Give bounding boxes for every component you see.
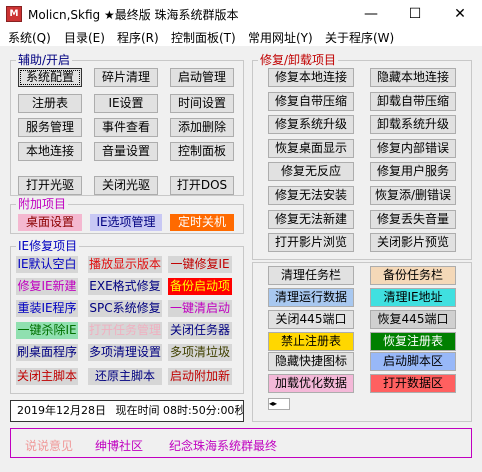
ie-repair-button-1[interactable]: 播放显示版本 xyxy=(88,256,162,273)
repair-button-5[interactable]: 卸载系统升级 xyxy=(370,115,456,135)
menu-bar: 系统(Q) 目录(E) 程序(R) 控制面板(T) 常用网址(Y) 关于程序(W… xyxy=(0,28,482,46)
ie-repair-button-11[interactable]: 关闭任务器 xyxy=(168,322,232,339)
menu-program[interactable]: 程序(R) xyxy=(117,29,159,46)
community-link[interactable]: 绅博社区 xyxy=(95,437,143,454)
assist-button-6[interactable]: 服务管理 xyxy=(18,118,82,137)
repair-button-11[interactable]: 恢复添/删错误 xyxy=(370,186,456,205)
menu-common-sites[interactable]: 常用网址(Y) xyxy=(248,29,313,46)
ie-repair-button-4[interactable]: EXE格式修复 xyxy=(88,278,162,295)
assist-button-8[interactable]: 添加删除 xyxy=(170,118,234,137)
assist-button-2[interactable]: 启动管理 xyxy=(170,68,234,87)
assist-button-11[interactable]: 控制面板 xyxy=(170,142,234,161)
date-text: 2019年12月28日 xyxy=(17,404,106,417)
assist-button-14[interactable]: 打开DOS xyxy=(170,176,234,195)
repair-button-10[interactable]: 修复无法安装 xyxy=(268,186,354,205)
bottom-links-box: 说说意见 绅博社区 纪念珠海系统群最终 xyxy=(10,428,472,458)
tools-button-11[interactable]: 打开数据区 xyxy=(370,374,456,393)
tools-button-6[interactable]: 禁止注册表 xyxy=(268,332,354,351)
ie-repair-button-13[interactable]: 多项清理设置 xyxy=(88,344,162,361)
second-unit: 秒 xyxy=(234,404,243,417)
ie-repair-button-5[interactable]: 备份启动项 xyxy=(168,278,232,295)
menu-directory[interactable]: 目录(E) xyxy=(64,29,105,46)
ie-repair-button-6[interactable]: 重装IE程序 xyxy=(16,300,78,317)
repair-button-4[interactable]: 修复系统升级 xyxy=(268,115,354,135)
assist-button-12[interactable]: 打开光驱 xyxy=(18,176,82,195)
assist-button-10[interactable]: 音量设置 xyxy=(94,142,158,161)
hour-value: 08 xyxy=(163,404,177,417)
minimize-button[interactable]: — xyxy=(349,0,393,28)
assist-button-9[interactable]: 本地连接 xyxy=(18,142,82,161)
repair-button-2[interactable]: 修复自带压缩 xyxy=(268,91,354,111)
menu-about[interactable]: 关于程序(W) xyxy=(325,29,394,46)
minute-unit: 分 xyxy=(205,404,217,417)
extra-group-label: 附加项目 xyxy=(16,197,69,211)
ie-repair-button-16[interactable]: 还原主脚本 xyxy=(88,368,162,385)
menu-control-panel[interactable]: 控制面板(T) xyxy=(171,29,236,46)
extra-button-1[interactable]: IE选项管理 xyxy=(90,214,162,231)
tools-button-5[interactable]: 恢复445端口 xyxy=(370,310,456,329)
memorial-link[interactable]: 纪念珠海系统群最终 xyxy=(169,437,277,454)
tools-button-2[interactable]: 清理运行数据 xyxy=(268,288,354,307)
repair-button-13[interactable]: 修复丢失音量 xyxy=(370,209,456,229)
repair-button-14[interactable]: 打开影片浏览 xyxy=(268,233,354,253)
assist-button-7[interactable]: 事件查看 xyxy=(94,118,158,137)
ie-repair-button-12[interactable]: 刷桌面程序 xyxy=(16,344,78,361)
tools-button-7[interactable]: 恢复注册表 xyxy=(370,332,456,351)
hour-unit: 时 xyxy=(177,404,188,417)
assist-button-4[interactable]: IE设置 xyxy=(94,94,158,113)
assist-group-label: 辅助/开启 xyxy=(16,53,73,67)
tools-button-9[interactable]: 启动脚本区 xyxy=(370,352,456,371)
assist-button-5[interactable]: 时间设置 xyxy=(170,94,234,113)
tools-button-1[interactable]: 备份任务栏 xyxy=(370,266,456,285)
ie-repair-button-0[interactable]: IE默认空白 xyxy=(16,256,78,273)
repair-group-label: 修复/卸载项目 xyxy=(258,53,339,67)
repair-button-7[interactable]: 修复内部错误 xyxy=(370,138,456,158)
repair-button-6[interactable]: 恢复桌面显示 xyxy=(268,138,354,158)
minute-value: 50 xyxy=(191,404,206,417)
repair-button-0[interactable]: 修复本地连接 xyxy=(268,68,354,87)
ie-repair-button-17[interactable]: 启动附加新 xyxy=(168,368,232,385)
tools-button-4[interactable]: 关闭445端口 xyxy=(268,310,354,329)
extra-button-2[interactable]: 定时关机 xyxy=(170,214,234,231)
ie-repair-group-label: IE修复项目 xyxy=(16,239,80,253)
small-scroll-control[interactable]: ◂▸ xyxy=(268,398,290,410)
repair-button-9[interactable]: 修复用户服务 xyxy=(370,162,456,182)
app-icon: M xyxy=(6,6,22,22)
ie-repair-button-9[interactable]: 一键杀除IE xyxy=(16,322,78,339)
time-label: 现在时间 xyxy=(115,404,160,417)
menu-system[interactable]: 系统(Q) xyxy=(8,29,51,46)
ie-repair-button-14[interactable]: 多项清垃圾 xyxy=(168,344,232,361)
assist-button-0[interactable]: 系统配置 xyxy=(18,68,82,87)
assist-button-13[interactable]: 关闭光驱 xyxy=(94,176,158,195)
assist-button-3[interactable]: 注册表 xyxy=(18,94,82,113)
repair-button-15[interactable]: 关闭影片预览 xyxy=(370,233,456,253)
window-title: Molicn,Skfig ★最终版 珠海系统群版本 xyxy=(28,8,239,22)
maximize-button[interactable]: ☐ xyxy=(393,0,437,28)
ie-repair-button-7[interactable]: SPC系统修复 xyxy=(88,300,162,317)
repair-button-3[interactable]: 卸载自带压缩 xyxy=(370,91,456,111)
title-bar: M Molicn,Skfig ★最终版 珠海系统群版本 — ☐ ✕ xyxy=(0,0,482,28)
assist-button-1[interactable]: 碎片清理 xyxy=(94,68,158,87)
ie-repair-button-3[interactable]: 修复IE新建 xyxy=(16,278,78,295)
tools-button-10[interactable]: 加载优化数据 xyxy=(268,374,354,393)
repair-group xyxy=(252,60,472,260)
repair-button-8[interactable]: 修复无反应 xyxy=(268,162,354,182)
repair-button-12[interactable]: 修复无法新建 xyxy=(268,209,354,229)
ie-repair-button-10[interactable]: 打开任务管理 xyxy=(88,322,162,339)
close-button[interactable]: ✕ xyxy=(438,0,482,28)
ie-repair-button-8[interactable]: 一键清启动 xyxy=(168,300,232,317)
feedback-link[interactable]: 说说意见 xyxy=(25,437,73,454)
ie-repair-button-2[interactable]: 一键修复IE xyxy=(168,256,232,273)
tools-button-0[interactable]: 清理任务栏 xyxy=(268,266,354,285)
extra-button-0[interactable]: 桌面设置 xyxy=(18,214,82,231)
second-value: 00 xyxy=(220,404,235,417)
repair-button-1[interactable]: 隐藏本地连接 xyxy=(370,68,456,87)
datetime-display: 2019年12月28日 现在时间 08时:50分:00秒 xyxy=(10,400,244,422)
ie-repair-button-15[interactable]: 关闭主脚本 xyxy=(16,368,78,385)
tools-button-8[interactable]: 隐藏快捷图标 xyxy=(268,352,354,371)
tools-button-3[interactable]: 清理IE地址 xyxy=(370,288,456,307)
